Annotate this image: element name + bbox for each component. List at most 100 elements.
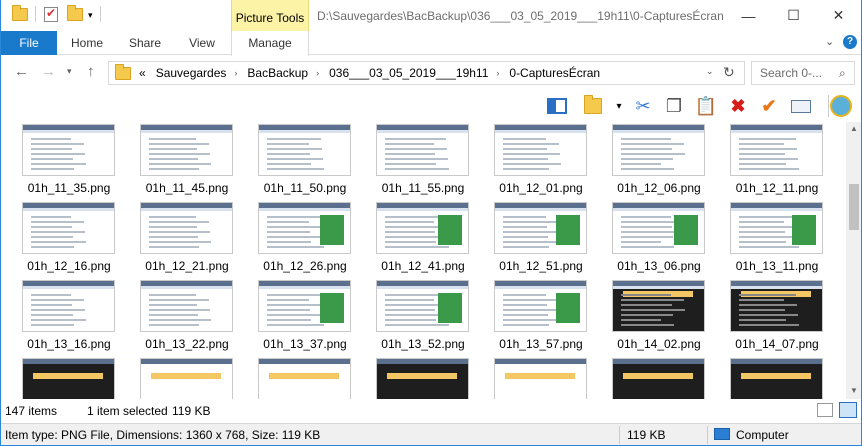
- tab-file[interactable]: File: [1, 31, 57, 55]
- preview-pane-icon[interactable]: [545, 94, 569, 118]
- file-item[interactable]: 01h_13_06.png: [609, 202, 719, 278]
- new-folder-icon[interactable]: [67, 5, 83, 21]
- file-item[interactable]: 01h_12_26.png: [255, 202, 365, 278]
- thumbnail-detail: [503, 168, 549, 170]
- large-icons-view-icon[interactable]: [839, 402, 857, 418]
- file-thumbnail[interactable]: [22, 124, 115, 176]
- file-thumbnail[interactable]: [258, 358, 351, 399]
- minimize-button[interactable]: —: [726, 0, 771, 31]
- file-item[interactable]: 01h_12_16.png: [19, 202, 129, 278]
- file-item[interactable]: 01h_11_50.png: [255, 124, 365, 200]
- paste-clipboard-icon[interactable]: 📋: [694, 94, 718, 118]
- file-thumbnail[interactable]: [612, 358, 705, 399]
- breadcrumb-current-folder[interactable]: 0-CapturesÉcran: [509, 66, 600, 80]
- search-icon[interactable]: ⌕: [839, 66, 846, 81]
- file-thumbnail[interactable]: [22, 358, 115, 399]
- thumbnail-detail: [739, 294, 796, 296]
- file-thumbnail[interactable]: [494, 202, 587, 254]
- file-thumbnail[interactable]: [494, 124, 587, 176]
- file-thumbnail[interactable]: [730, 124, 823, 176]
- file-thumbnail[interactable]: [612, 202, 705, 254]
- file-thumbnail[interactable]: [140, 358, 233, 399]
- chevron-down-icon[interactable]: ▾: [607, 94, 631, 118]
- rename-icon[interactable]: [789, 94, 813, 118]
- thumbnail-detail: [621, 158, 673, 160]
- details-view-icon[interactable]: [817, 403, 833, 417]
- file-thumbnail[interactable]: [258, 202, 351, 254]
- file-item[interactable]: 01h_13_16.png: [19, 280, 129, 356]
- forward-arrow-icon[interactable]: →: [41, 63, 56, 80]
- file-item[interactable]: 01h_13_52.png: [373, 280, 483, 356]
- maximize-button[interactable]: ☐: [771, 0, 816, 31]
- properties-folder-icon[interactable]: [581, 94, 605, 118]
- refresh-icon[interactable]: ↻: [723, 64, 735, 81]
- file-item[interactable]: 01h_12_01.png: [491, 124, 601, 200]
- file-thumbnail[interactable]: [22, 202, 115, 254]
- chevron-down-icon[interactable]: ⌄: [825, 35, 834, 48]
- file-item[interactable]: 01h_11_45.png: [137, 124, 247, 200]
- file-item[interactable]: 01h_13_11.png: [727, 202, 837, 278]
- chevron-right-icon[interactable]: ›: [496, 68, 499, 78]
- copy-icon[interactable]: ❐: [662, 94, 686, 118]
- file-thumbnail[interactable]: [494, 280, 587, 332]
- thumbnail-detail: [503, 226, 547, 228]
- file-item[interactable]: 01h_12_21.png: [137, 202, 247, 278]
- file-thumbnail[interactable]: [376, 280, 469, 332]
- breadcrumb-bacbackup[interactable]: BacBackup: [247, 66, 308, 80]
- file-thumbnail[interactable]: [612, 124, 705, 176]
- file-name: 01h_13_57.png: [499, 337, 583, 351]
- file-thumbnail[interactable]: [376, 124, 469, 176]
- customize-quick-access-icon[interactable]: ▾: [88, 10, 93, 21]
- breadcrumb-backup-folder[interactable]: 036___03_05_2019___19h11: [329, 66, 488, 80]
- close-button[interactable]: ✕: [816, 0, 861, 31]
- file-thumbnail[interactable]: [140, 202, 233, 254]
- file-item[interactable]: 01h_12_51.png: [491, 202, 601, 278]
- checkmark-icon[interactable]: ✔: [757, 94, 781, 118]
- delete-icon[interactable]: ✖: [726, 94, 750, 118]
- help-icon[interactable]: ?: [843, 35, 857, 49]
- scrollbar-thumb[interactable]: [849, 184, 859, 230]
- breadcrumb-overflow[interactable]: «: [139, 66, 146, 80]
- breadcrumb-sauvegardes[interactable]: Sauvegardes: [156, 66, 227, 80]
- back-arrow-icon[interactable]: ←: [14, 63, 29, 80]
- file-thumbnail[interactable]: [140, 124, 233, 176]
- shell-icon[interactable]: [829, 94, 853, 118]
- file-thumbnail[interactable]: [730, 280, 823, 332]
- file-thumbnail[interactable]: [376, 358, 469, 399]
- file-thumbnail[interactable]: [730, 358, 823, 399]
- file-item[interactable]: 01h_13_37.png: [255, 280, 365, 356]
- file-thumbnail[interactable]: [494, 358, 587, 399]
- tab-manage[interactable]: Manage: [231, 31, 309, 56]
- tab-home[interactable]: Home: [61, 31, 113, 55]
- up-arrow-icon[interactable]: ↑: [87, 63, 95, 80]
- file-thumbnail[interactable]: [612, 280, 705, 332]
- file-item[interactable]: 01h_13_57.png: [491, 280, 601, 356]
- file-thumbnail[interactable]: [140, 280, 233, 332]
- chevron-right-icon[interactable]: ›: [316, 68, 319, 78]
- scroll-down-icon[interactable]: ▼: [846, 386, 861, 395]
- file-item[interactable]: 01h_12_11.png: [727, 124, 837, 200]
- file-thumbnail[interactable]: [376, 202, 469, 254]
- scroll-up-icon[interactable]: ▲: [846, 124, 861, 133]
- title-bar: ▾ Picture Tools D:\Sauvegardes\BacBackup…: [1, 0, 861, 31]
- file-item[interactable]: 01h_12_41.png: [373, 202, 483, 278]
- file-item[interactable]: 01h_12_06.png: [609, 124, 719, 200]
- file-thumbnail[interactable]: [258, 124, 351, 176]
- properties-check-icon[interactable]: [44, 6, 58, 22]
- chevron-right-icon[interactable]: ›: [234, 68, 237, 78]
- file-thumbnail[interactable]: [22, 280, 115, 332]
- address-bar[interactable]: « Sauvegardes › BacBackup › 036___03_05_…: [108, 61, 745, 85]
- address-history-icon[interactable]: ⌄: [706, 66, 714, 77]
- vertical-scrollbar[interactable]: ▲ ▼: [846, 122, 861, 399]
- tab-view[interactable]: View: [177, 31, 227, 55]
- file-item[interactable]: 01h_14_02.png: [609, 280, 719, 356]
- recent-locations-icon[interactable]: ▾: [67, 66, 72, 77]
- tab-share[interactable]: Share: [119, 31, 171, 55]
- file-item[interactable]: 01h_14_07.png: [727, 280, 837, 356]
- file-item[interactable]: 01h_13_22.png: [137, 280, 247, 356]
- file-item[interactable]: 01h_11_55.png: [373, 124, 483, 200]
- file-thumbnail[interactable]: [730, 202, 823, 254]
- file-thumbnail[interactable]: [258, 280, 351, 332]
- cut-scissors-icon[interactable]: ✂: [631, 94, 655, 118]
- file-item[interactable]: 01h_11_35.png: [19, 124, 129, 200]
